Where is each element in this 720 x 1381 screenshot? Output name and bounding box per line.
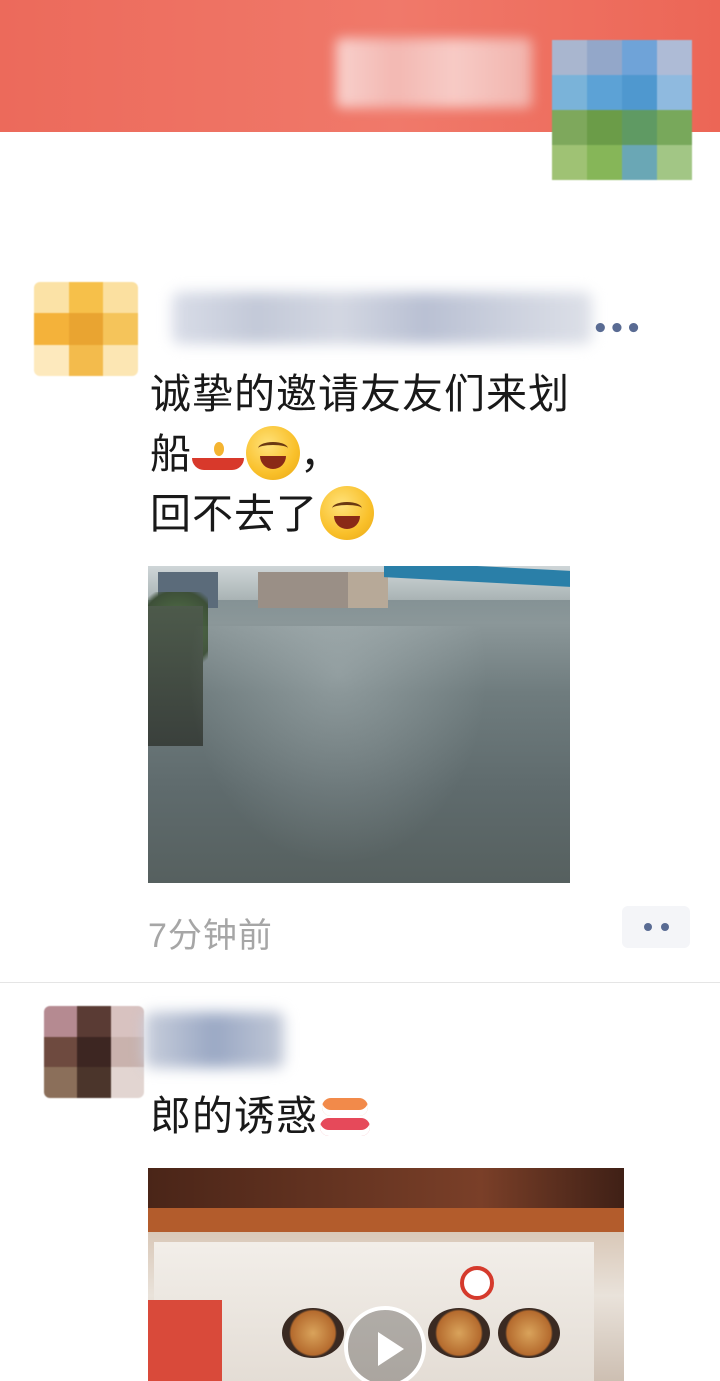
post-timestamp: 7分钟前: [148, 917, 273, 955]
post-video-thumbnail[interactable]: [148, 1168, 624, 1381]
avatar[interactable]: [44, 1006, 144, 1098]
sushi-emoji: [318, 1092, 372, 1138]
post-photo-flood[interactable]: [148, 566, 570, 883]
more-button[interactable]: [622, 906, 690, 948]
post-text-line-3: 回不去了: [150, 491, 318, 537]
post-text-line-1: 诚挚的邀请友友们来划: [150, 371, 570, 417]
post-text: 郎的诱惑: [150, 1086, 670, 1146]
author-name-blurred[interactable]: [144, 1012, 284, 1068]
rowing-boat-emoji: [192, 440, 244, 470]
post-divider: [0, 982, 720, 983]
play-icon[interactable]: [344, 1306, 426, 1381]
loudly-crying-face-emoji: [320, 486, 374, 540]
author-name-blurred[interactable]: [172, 292, 592, 344]
post-text-line-2: 船: [150, 431, 192, 477]
face-with-tears-of-joy-emoji: [246, 426, 300, 480]
restaurant-logo: [460, 1266, 494, 1300]
author-name-overflow-dots: •••: [592, 314, 642, 344]
more-dots-icon: [643, 923, 652, 931]
post-text-comma: ，: [300, 431, 342, 477]
profile-name-blurred: [336, 38, 532, 108]
post-text: 诚挚的邀请友友们来划 船 ， 回不去了: [150, 364, 670, 544]
profile-avatar[interactable]: [552, 40, 692, 180]
post-text-line-1: 郎的诱惑: [150, 1093, 318, 1139]
avatar[interactable]: [34, 282, 138, 376]
